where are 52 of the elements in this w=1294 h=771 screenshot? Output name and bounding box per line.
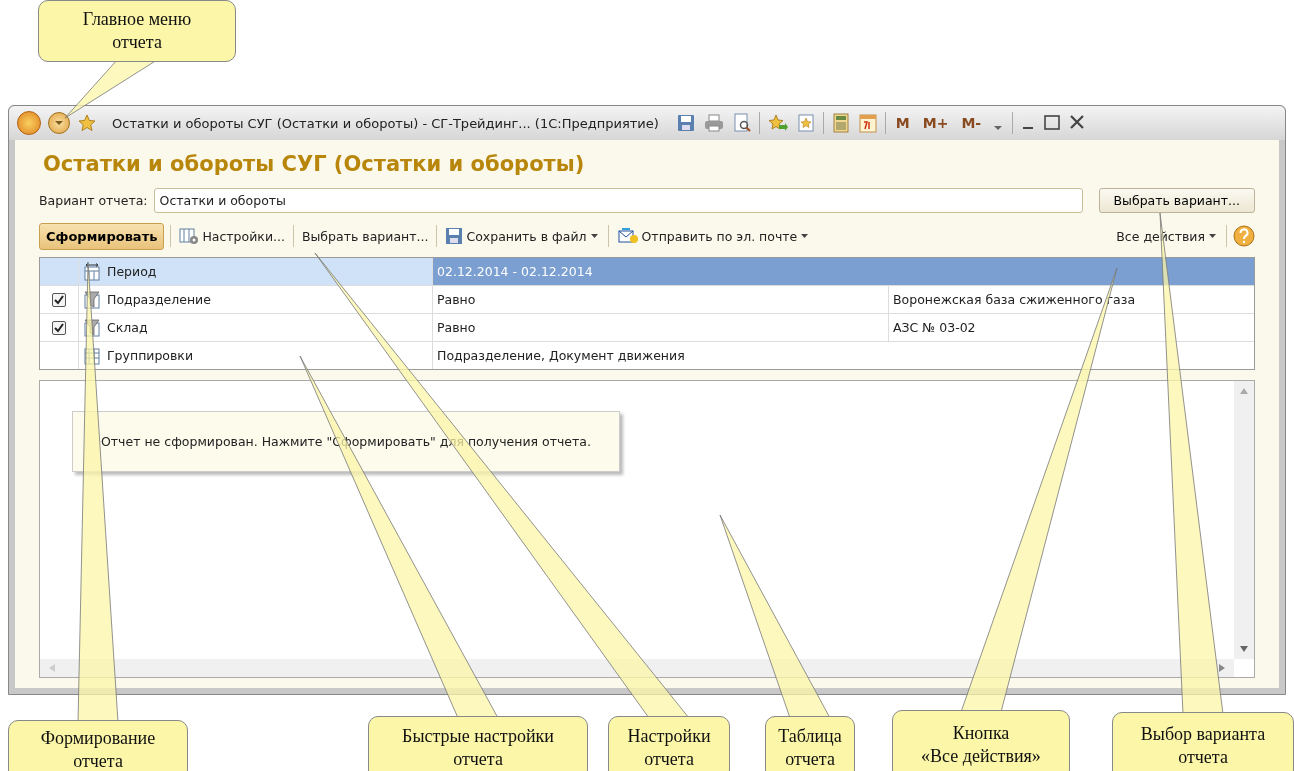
memory-button[interactable]: M [892, 115, 913, 131]
help-icon[interactable] [1233, 225, 1255, 247]
scroll-right-icon[interactable] [1218, 663, 1226, 673]
callout-note: Быстрые настройки отчета [368, 716, 588, 771]
main-menu-icon[interactable] [48, 112, 70, 134]
toolbar-button[interactable]: Отправить по эл. почте [614, 227, 813, 245]
calendar-icon[interactable] [857, 113, 878, 133]
setting-value: Воронежская база сжиженного газа [893, 292, 1136, 307]
memory-button[interactable]: M+ [919, 115, 952, 131]
setting-condition: Равно [437, 292, 476, 307]
setting-name: Склад [107, 320, 148, 335]
mail-icon [616, 227, 639, 245]
save-icon[interactable] [675, 113, 696, 133]
maximize-icon[interactable] [1043, 113, 1062, 133]
star-icon[interactable] [77, 113, 97, 133]
setting-name: Группировки [107, 348, 194, 363]
star-arrow-icon[interactable] [766, 113, 789, 133]
callout-note: Выбор варианта отчета [1112, 712, 1294, 771]
report-title: Остатки и обороты СУГ (Остатки и обороты) [43, 152, 586, 176]
callout-note: Таблица отчета [765, 716, 855, 771]
setting-value: АЗС № 03-02 [893, 320, 976, 335]
toolbar-button[interactable]: Выбрать вариант... [299, 228, 431, 244]
window-title: Остатки и обороты СУГ (Остатки и обороты) - СГ-Трейдинг... (1С:Предприятие) [112, 115, 659, 131]
callout-note: Настройки отчета [608, 716, 730, 771]
scroll-down-icon[interactable] [1239, 645, 1249, 653]
variant-field[interactable]: Остатки и обороты [153, 188, 1083, 213]
callout-note: Формирование отчета [8, 720, 188, 771]
checkbox[interactable] [52, 292, 66, 307]
preview-icon[interactable] [731, 113, 752, 133]
checkbox[interactable] [52, 320, 66, 335]
callout-note: Кнопка «Все действия» [892, 710, 1070, 771]
memory-button[interactable]: M- [958, 115, 985, 131]
caret-icon [1208, 232, 1218, 240]
setting-condition: 02.12.2014 - 02.12.2014 [437, 264, 593, 279]
variant-label: Вариант отчета: [39, 193, 148, 208]
logo-icon[interactable] [17, 111, 41, 135]
setting-condition: Равно [437, 320, 476, 335]
scroll-up-icon[interactable] [1239, 387, 1249, 395]
all-actions-button[interactable]: Все действия [1114, 228, 1220, 244]
calculator-icon[interactable] [830, 113, 851, 133]
choose-variant-button[interactable]: Выбрать вариант... [1098, 188, 1255, 213]
printer-icon[interactable] [702, 113, 725, 133]
settings-icon [179, 227, 200, 245]
vertical-scrollbar[interactable] [1234, 381, 1254, 659]
report-message: Отчет не сформирован. Нажмите "Сформировать" для получения отчета. [72, 411, 620, 472]
toolbar-button[interactable]: Сохранить в файл [443, 227, 602, 245]
generate-button[interactable]: Сформировать [39, 222, 165, 250]
save-icon [445, 227, 464, 245]
setting-name: Подразделение [107, 292, 211, 307]
toolbar-button[interactable]: Настройки... [177, 227, 287, 245]
setting-condition: Подразделение, Документ движения [437, 348, 685, 363]
setting-name: Период [107, 264, 157, 279]
